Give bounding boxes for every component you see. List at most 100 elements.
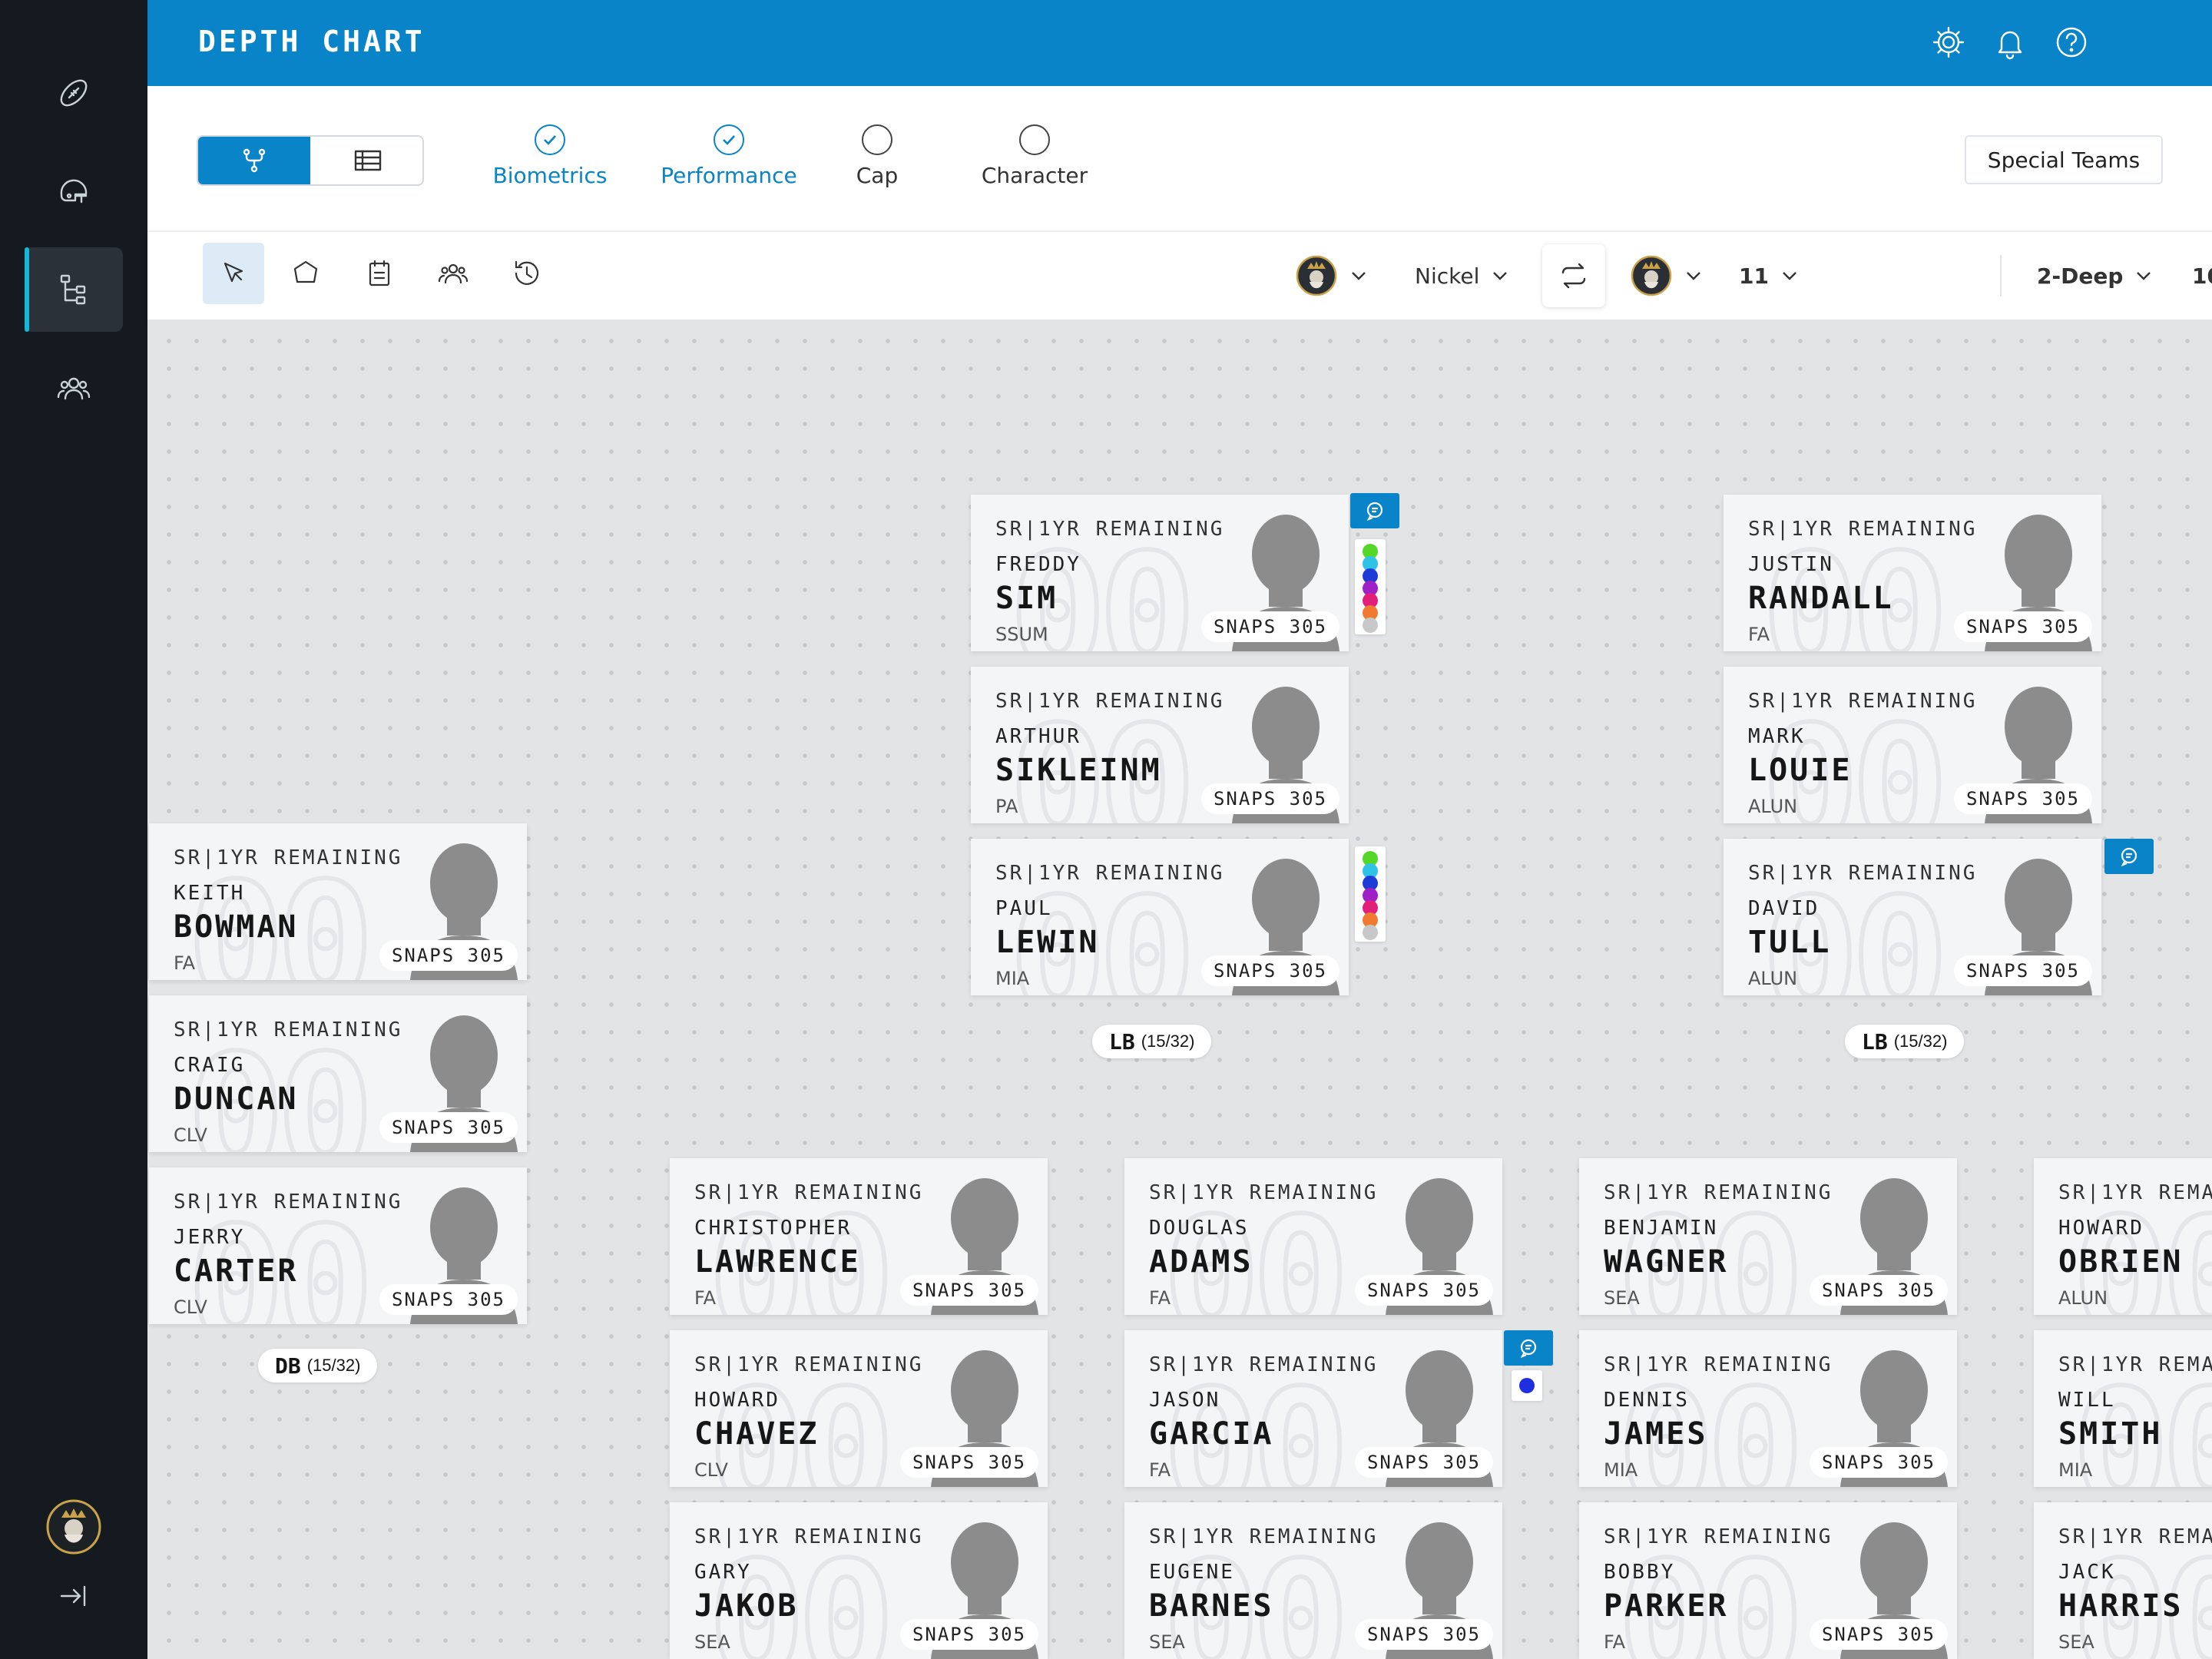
player-last-name: LOUIE <box>1748 753 1853 788</box>
player-last-name: CARTER <box>174 1253 299 1289</box>
view-bar: Biometrics Performance Cap Character Spe… <box>147 86 2212 232</box>
player-card[interactable]: 00 SR|1YR REMAINING DENNIS JAMES MIA SNA… <box>1579 1330 1957 1487</box>
zoom-dropdown[interactable]: 100% <box>2192 255 2212 296</box>
player-last-name: OBRIEN <box>2058 1244 2184 1280</box>
player-card[interactable]: 00 SR|1YR REMAINING EUGENE BARNES SEA SN… <box>1124 1502 1502 1659</box>
player-first-name: HOWARD <box>694 1389 780 1412</box>
team-b-dropdown[interactable] <box>1630 255 1705 296</box>
player-card[interactable]: 00 SR|1YR REMAINING ARTHUR SIKLEINM PA S… <box>971 667 1349 823</box>
player-team: ALUN <box>1748 968 1798 989</box>
bell-icon[interactable] <box>1991 23 2029 61</box>
position-group-label[interactable]: LB (15/32) <box>1845 1025 1965 1058</box>
player-last-name: TULL <box>1748 925 1832 960</box>
player-card[interactable]: 00 SR|1YR REMAINING PAUL LEWIN MIA SNAPS… <box>971 839 1349 995</box>
player-first-name: DENNIS <box>1604 1389 1690 1412</box>
comment-icon[interactable] <box>2104 839 2154 874</box>
player-card[interactable]: 00 SR|1YR REMAINING GARY JAKOB SEA SNAPS… <box>670 1502 1048 1659</box>
snaps-badge: SNAPS 305 <box>1200 611 1339 642</box>
settings-icon[interactable] <box>1929 23 1968 61</box>
player-first-name: JUSTIN <box>1748 553 1834 576</box>
filter-character[interactable]: Character <box>962 124 1108 188</box>
color-tags[interactable] <box>1355 846 1386 942</box>
player-card[interactable]: 00 SR|1YR REMAINING DAVID TULL ALUN SNAP… <box>1724 839 2101 995</box>
player-card[interactable]: 00 SR|1YR REMAINING HOWARD CHAVEZ CLV SN… <box>670 1330 1048 1487</box>
player-card[interactable]: 00 SR|1YR REMA WILL SMITH MIA SNAPS 305 <box>2034 1330 2212 1487</box>
help-icon[interactable] <box>2052 23 2091 61</box>
pointer-tool[interactable] <box>203 243 264 304</box>
contract-status: SR|1YR REMAINING <box>1748 518 1978 541</box>
contract-status: SR|1YR REMAINING <box>995 690 1225 713</box>
player-last-name: JAKOB <box>694 1588 799 1624</box>
team-a-dropdown[interactable] <box>1295 255 1370 296</box>
depth-value: 2-Deep <box>2037 263 2124 289</box>
player-last-name: SMITH <box>2058 1416 2163 1452</box>
player-card[interactable]: 00 SR|1YR REMAINING BOBBY PARKER FA SNAP… <box>1579 1502 1957 1659</box>
player-last-name: CHAVEZ <box>694 1416 820 1452</box>
player-card[interactable]: 00 SR|1YR REMA HOWARD OBRIEN ALUN SNAPS … <box>2034 1158 2212 1315</box>
player-first-name: KEITH <box>174 882 246 905</box>
group-tool[interactable] <box>422 243 484 304</box>
color-tag-dot[interactable] <box>1519 1378 1535 1393</box>
depth-dropdown[interactable]: 2-Deep <box>2037 255 2155 296</box>
position-group-label[interactable]: LB (15/32) <box>1092 1025 1212 1058</box>
position-group-label[interactable]: DB (15/32) <box>258 1349 378 1382</box>
color-tags[interactable] <box>1355 539 1386 634</box>
player-card[interactable]: 00 SR|1YR REMAINING DOUGLAS ADAMS FA SNA… <box>1124 1158 1502 1315</box>
pointer-icon <box>224 262 243 283</box>
player-team: SSUM <box>995 624 1048 645</box>
team-logo-icon[interactable] <box>45 1498 103 1556</box>
comment-icon[interactable] <box>1350 493 1399 528</box>
player-card[interactable]: 00 SR|1YR REMAINING JUSTIN RANDALL FA SN… <box>1724 495 2101 651</box>
sidebar-item-depth-chart[interactable] <box>25 247 123 332</box>
snaps-badge: SNAPS 305 <box>1354 1447 1493 1478</box>
player-last-name: BOWMAN <box>174 909 299 945</box>
tree-view-icon <box>243 148 266 173</box>
player-first-name: ARTHUR <box>995 725 1081 748</box>
special-teams-button[interactable]: Special Teams <box>1965 135 2163 184</box>
shape-tool[interactable] <box>275 243 336 304</box>
collapse-icon[interactable] <box>57 1579 91 1613</box>
player-card[interactable]: 00 SR|1YR REMAINING MARK LOUIE ALUN SNAP… <box>1724 667 2101 823</box>
player-team: ALUN <box>2058 1287 2108 1309</box>
color-tag-dot[interactable] <box>1363 618 1378 633</box>
sidebar-item-team[interactable] <box>25 346 123 430</box>
player-card[interactable]: 00 SR|1YR REMAINING FREDDY SIM SSUM SNAP… <box>971 495 1349 651</box>
contract-status: SR|1YR REMAINING <box>1604 1353 1833 1376</box>
player-card[interactable]: 00 SR|1YR REMAINING BENJAMIN WAGNER SEA … <box>1579 1158 1957 1315</box>
player-card[interactable]: 00 SR|1YR REMAINING JASON GARCIA FA SNAP… <box>1124 1330 1502 1487</box>
sidebar-item-helmet[interactable] <box>25 149 123 233</box>
position-name: DB <box>275 1353 301 1379</box>
filter-performance[interactable]: Performance <box>648 124 810 188</box>
football-icon <box>60 79 88 107</box>
swap-teams-button[interactable] <box>1542 244 1605 307</box>
player-first-name: MARK <box>1748 725 1806 748</box>
history-tool[interactable] <box>496 243 558 304</box>
sidebar-item-football[interactable] <box>25 51 123 135</box>
top-bar: DEPTH CHART <box>147 0 2212 86</box>
comment-icon[interactable] <box>1504 1330 1553 1366</box>
notes-tool[interactable] <box>349 243 410 304</box>
player-card[interactable]: 00 SR|1YR REMAINING CRAIG DUNCAN CLV SNA… <box>149 995 527 1152</box>
tree-view-button[interactable] <box>198 137 310 184</box>
personnel-dropdown[interactable]: 11 <box>1739 255 1801 296</box>
filter-biometrics[interactable]: Biometrics <box>488 124 611 188</box>
chevron-down-icon <box>1488 264 1512 287</box>
player-team: MIA <box>1604 1459 1638 1481</box>
contract-status: SR|1YR REMAINING <box>174 1190 403 1214</box>
color-tags[interactable] <box>1512 1370 1542 1401</box>
player-card[interactable]: 00 SR|1YR REMA JACK HARRIS SEA SNAPS 305 <box>2034 1502 2212 1659</box>
color-tag-dot[interactable] <box>1363 925 1378 940</box>
player-card[interactable]: 00 SR|1YR REMAINING CHRISTOPHER LAWRENCE… <box>670 1158 1048 1315</box>
contract-status: SR|1YR REMAINING <box>1604 1181 1833 1204</box>
formation-dropdown[interactable]: Nickel <box>1415 255 1512 296</box>
depth-chart-canvas[interactable]: 00 SR|1YR REMAINING FREDDY SIM SSUM SNAP… <box>147 320 2212 1659</box>
contract-status: SR|1YR REMAINING <box>694 1181 924 1204</box>
filter-cap[interactable]: Cap <box>846 124 908 188</box>
player-card[interactable]: 00 SR|1YR REMAINING KEITH BOWMAN FA SNAP… <box>149 823 527 980</box>
player-card[interactable]: 00 SR|1YR REMAINING JERRY CARTER CLV SNA… <box>149 1167 527 1324</box>
table-view-button[interactable] <box>312 137 422 184</box>
position-count: (15/32) <box>1141 1031 1195 1051</box>
player-team: SEA <box>694 1631 730 1653</box>
snaps-badge: SNAPS 305 <box>1953 955 2092 986</box>
player-team: SEA <box>2058 1631 2094 1653</box>
